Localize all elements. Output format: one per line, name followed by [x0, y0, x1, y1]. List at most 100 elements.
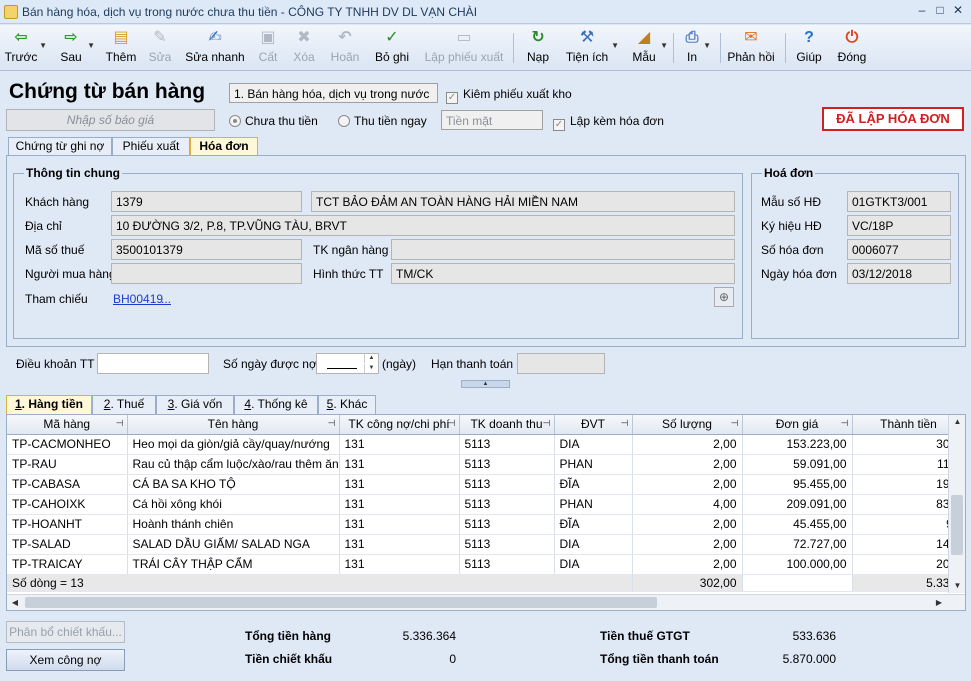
- edit-button[interactable]: ✎ Sửa: [146, 27, 174, 69]
- table-row[interactable]: TP-TRAICAY TRÁI CÂY THẬP CẨM 131 5113 DIA 2,0…: [7, 554, 965, 575]
- view-debt-button[interactable]: Xem công nợ: [6, 649, 125, 671]
- pin-icon[interactable]: ⊣: [731, 418, 739, 429]
- vertical-scrollbar[interactable]: ▲ ▼: [948, 415, 965, 593]
- cell-unit[interactable]: PHAN: [554, 454, 633, 475]
- cell-name[interactable]: SALAD DẦU GIẤM/ SALAD NGA: [127, 534, 340, 555]
- cell-unit-price[interactable]: 209.091,00: [742, 494, 853, 515]
- invoice-symbol-field[interactable]: VC/18P: [847, 215, 951, 236]
- cell-code[interactable]: TP-SALAD: [7, 534, 128, 555]
- payment-terms-field[interactable]: [97, 353, 209, 374]
- save-button[interactable]: ▣ Cất: [255, 27, 281, 69]
- tab-invoice[interactable]: Hóa đơn: [190, 137, 258, 156]
- cell-unit-price[interactable]: 100.000,00: [742, 554, 853, 575]
- table-row[interactable]: TP-CABASA CÁ BA SA KHO TỘ 131 5113 ĐĨA 2,00 95…: [7, 474, 965, 495]
- cell-name[interactable]: TRÁI CÂY THẬP CẨM: [127, 554, 340, 575]
- scroll-down-icon[interactable]: ▼: [949, 579, 965, 593]
- address-field[interactable]: 10 ĐƯỜNG 3/2, P.8, TP.VŨNG TÀU, BRVT: [111, 215, 735, 236]
- pin-icon[interactable]: ⊣: [621, 418, 629, 429]
- scroll-right-icon[interactable]: ▶: [931, 595, 947, 610]
- restore-button[interactable]: □: [931, 3, 949, 19]
- undo-button[interactable]: ↶ Hoãn: [328, 27, 362, 69]
- caret-down-icon[interactable]: ▼: [364, 364, 378, 373]
- collapse-icon[interactable]: ▲: [461, 380, 510, 388]
- invoice-form-field[interactable]: 01GTKT3/001: [847, 191, 951, 212]
- cell-revenue-account[interactable]: 5113: [459, 554, 555, 575]
- payment-form-field[interactable]: TM/CK: [391, 263, 735, 284]
- chevron-down-icon[interactable]: ▼: [703, 41, 711, 50]
- cell-quantity[interactable]: 2,00: [632, 454, 743, 475]
- cell-quantity[interactable]: 2,00: [632, 474, 743, 495]
- scroll-thumb[interactable]: [25, 597, 657, 608]
- export-slip-checkbox[interactable]: ✓ Kiêm phiếu xuất kho: [446, 87, 572, 104]
- pin-icon[interactable]: ⊣: [841, 418, 849, 429]
- column-header-revenue-account[interactable]: TK doanh thu ⊣: [459, 415, 555, 435]
- cell-name[interactable]: Rau củ thập cẩm luộc/xào/rau thêm ăn l: [127, 454, 340, 475]
- scroll-left-icon[interactable]: ◀: [7, 595, 23, 610]
- minimize-button[interactable]: –: [913, 3, 931, 19]
- cell-quantity[interactable]: 2,00: [632, 554, 743, 575]
- horizontal-scrollbar[interactable]: ◀ ▶: [7, 594, 965, 610]
- invoice-number-field[interactable]: 0006077: [847, 239, 951, 260]
- cell-unit[interactable]: DIA: [554, 434, 633, 455]
- cell-code[interactable]: TP-CABASA: [7, 474, 128, 495]
- cell-debit-account[interactable]: 131: [339, 474, 460, 495]
- unpaid-radio[interactable]: Chưa thu tiền: [229, 114, 318, 128]
- cell-debit-account[interactable]: 131: [339, 454, 460, 475]
- invoice-date-field[interactable]: 03/12/2018: [847, 263, 951, 284]
- quote-number-input[interactable]: Nhập số báo giá: [6, 109, 215, 131]
- cell-unit[interactable]: DIA: [554, 534, 633, 555]
- tax-code-field[interactable]: 3500101379: [111, 239, 302, 260]
- unpost-button[interactable]: ✓ Bỏ ghi: [373, 27, 411, 69]
- tab-goods[interactable]: 1. Hàng tiền: [6, 395, 92, 414]
- chevron-down-icon[interactable]: ▼: [660, 41, 668, 50]
- print-button[interactable]: ⎙ In ▼: [682, 27, 711, 69]
- cell-unit-price[interactable]: 45.455,00: [742, 514, 853, 535]
- cell-revenue-account[interactable]: 5113: [459, 534, 555, 555]
- customer-code-field[interactable]: 1379: [111, 191, 302, 212]
- due-date-field[interactable]: [517, 353, 605, 374]
- reload-button[interactable]: ↻ Nạp: [524, 27, 552, 69]
- cell-name[interactable]: CÁ BA SA KHO TỘ: [127, 474, 340, 495]
- chevron-down-icon[interactable]: ▼: [39, 41, 47, 50]
- buyer-field[interactable]: [111, 263, 302, 284]
- pin-icon[interactable]: ⊣: [116, 418, 124, 429]
- utilities-button[interactable]: ⚒ Tiện ích ▼: [564, 27, 619, 69]
- chevron-down-icon[interactable]: ▼: [87, 41, 95, 50]
- cell-debit-account[interactable]: 131: [339, 554, 460, 575]
- cell-name[interactable]: Hoành thánh chiên: [127, 514, 340, 535]
- tab-cost[interactable]: 3. Giá vốn: [156, 395, 234, 414]
- create-slip-button[interactable]: ▭ Lập phiếu xuất: [424, 27, 504, 69]
- cell-revenue-account[interactable]: 5113: [459, 434, 555, 455]
- column-header-quantity[interactable]: Số lượng ⊣: [632, 415, 743, 435]
- table-row[interactable]: TP-RAU Rau củ thập cẩm luộc/xào/rau thêm …: [7, 454, 965, 475]
- cell-revenue-account[interactable]: 5113: [459, 454, 555, 475]
- payment-method-select[interactable]: Tiền mặt: [441, 110, 543, 130]
- reference-more-link[interactable]: ...: [161, 292, 171, 306]
- cell-debit-account[interactable]: 131: [339, 534, 460, 555]
- cell-revenue-account[interactable]: 5113: [459, 494, 555, 515]
- tab-debit-voucher[interactable]: Chứng từ ghi nợ: [8, 137, 112, 156]
- zoom-icon[interactable]: ⊕: [714, 287, 734, 307]
- table-row[interactable]: TP-CACMONHEO Heo mọi da giòn/giả cầy/quay…: [7, 434, 965, 455]
- invoice-checkbox[interactable]: ✓ Lập kèm hóa đơn: [553, 114, 664, 131]
- pin-icon[interactable]: ⊣: [328, 418, 336, 429]
- cell-code[interactable]: TP-CAHOIXK: [7, 494, 128, 515]
- scroll-thumb[interactable]: [951, 495, 963, 555]
- cell-code[interactable]: TP-RAU: [7, 454, 128, 475]
- cell-unit-price[interactable]: 59.091,00: [742, 454, 853, 475]
- cell-debit-account[interactable]: 131: [339, 494, 460, 515]
- reference-link[interactable]: BH00419: [113, 292, 163, 306]
- next-button[interactable]: ⇨ Sau ▼: [56, 27, 95, 69]
- paid-radio[interactable]: Thu tiền ngay: [338, 114, 427, 128]
- close-button[interactable]: ⏻ Đóng: [836, 27, 868, 69]
- cell-unit[interactable]: DIA: [554, 554, 633, 575]
- cell-quantity[interactable]: 2,00: [632, 434, 743, 455]
- cell-quantity[interactable]: 4,00: [632, 494, 743, 515]
- tab-export-slip[interactable]: Phiếu xuất: [112, 137, 190, 156]
- quick-edit-button[interactable]: ✍ Sửa nhanh: [185, 27, 245, 69]
- bank-account-field[interactable]: [391, 239, 735, 260]
- column-header-debit-account[interactable]: TK công nợ/chi phí ⊣: [339, 415, 460, 435]
- cell-code[interactable]: TP-TRAICAY: [7, 554, 128, 575]
- voucher-type-select[interactable]: 1. Bán hàng hóa, dịch vụ trong nước: [229, 83, 438, 103]
- scroll-up-icon[interactable]: ▲: [949, 415, 965, 429]
